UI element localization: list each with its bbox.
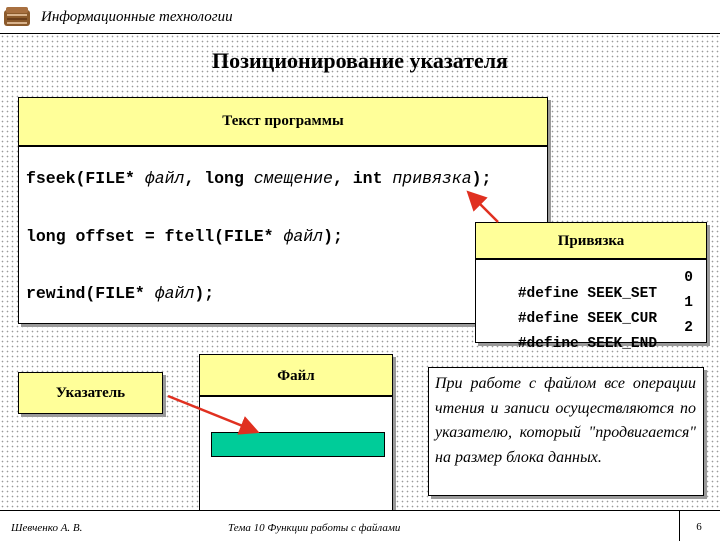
slide-footer: Шевченко А. В. Тема 10 Функции работы с … xyxy=(0,510,720,541)
program-box-heading: Текст программы xyxy=(19,98,547,147)
pointer-label: Указатель xyxy=(55,385,126,401)
code-token: , long xyxy=(184,169,254,188)
define-name: #define SEEK_END xyxy=(517,336,658,352)
code-token: , int xyxy=(332,169,393,188)
file-box-heading: Файл xyxy=(200,355,392,397)
code-parameter: файл xyxy=(144,169,185,188)
define-value: 2 xyxy=(684,320,693,336)
page-number: 6 xyxy=(696,521,702,533)
code-token: ); xyxy=(471,169,492,188)
code-line-rewind: rewind(FILE* файл); xyxy=(26,284,214,303)
binding-box: Привязка #define SEEK_SET 0 #define SEEK… xyxy=(475,222,707,352)
code-parameter: смещение xyxy=(253,169,333,188)
note-box: При работе с файлом все операции чтения … xyxy=(428,367,704,496)
define-value: 0 xyxy=(684,270,693,286)
footer-author: Шевченко А. В. xyxy=(11,522,83,534)
book-stack-icon xyxy=(4,7,30,26)
code-parameter: привязка xyxy=(392,169,472,188)
program-text-box: Текст программы fseek(FILE* файл, long с… xyxy=(18,97,548,324)
define-value: 1 xyxy=(684,295,693,311)
slide-header: Информационные технологии xyxy=(0,0,720,33)
code-line-fseek: fseek(FILE* файл, long смещение, int при… xyxy=(26,169,491,188)
code-line-ftell: long offset = ftell(FILE* файл); xyxy=(26,227,343,246)
pointer-box: Указатель xyxy=(18,372,163,414)
binding-box-heading: Привязка xyxy=(476,223,706,260)
code-token: ); xyxy=(323,227,343,246)
slide-title: Позиционирование указателя xyxy=(212,48,508,73)
data-block xyxy=(211,432,385,457)
code-token: rewind(FILE* xyxy=(26,284,155,303)
header-title: Информационные технологии xyxy=(41,9,233,25)
code-parameter: файл xyxy=(283,227,324,246)
note-text: При работе с файлом все операции чтения … xyxy=(435,375,696,466)
code-token: fseek(FILE* xyxy=(26,169,145,188)
code-parameter: файл xyxy=(154,284,195,303)
file-box: Файл xyxy=(199,354,393,512)
footer-topic: Тема 10 Функции работы с файлами xyxy=(228,522,401,534)
code-token: ); xyxy=(194,284,215,303)
code-token: long offset = ftell(FILE* xyxy=(26,227,284,246)
page-number-box: 6 xyxy=(679,511,720,541)
